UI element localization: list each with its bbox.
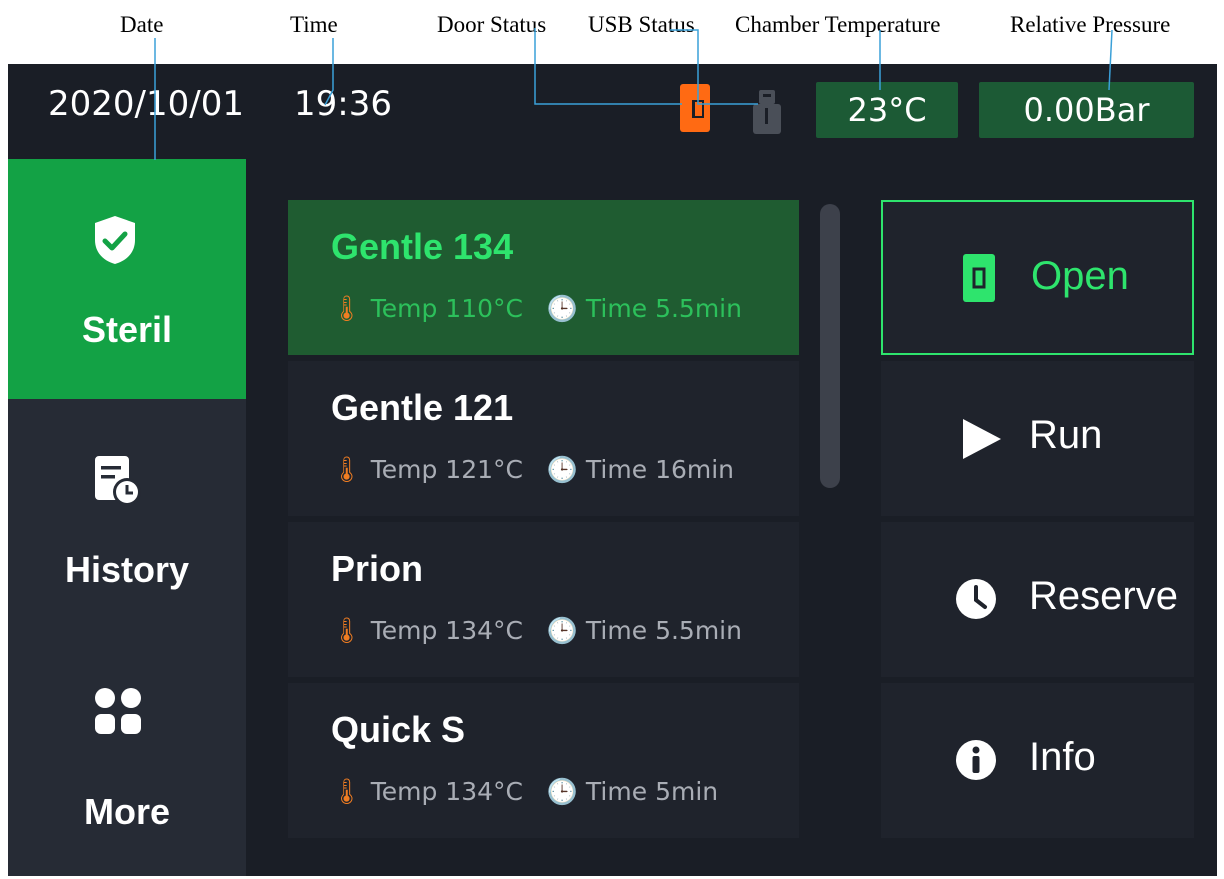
temp-label: Temp: [370, 777, 438, 806]
temp-value: 134°C: [445, 616, 523, 645]
relative-pressure-badge: 0.00Bar: [979, 82, 1194, 138]
time-value: 5min: [655, 777, 719, 806]
program-name: Prion: [331, 548, 424, 589]
temp-label: Temp: [370, 616, 438, 645]
chamber-temperature-annotation: Chamber Temperature: [735, 12, 941, 37]
program-name: Gentle 121: [331, 387, 514, 428]
thermometer-icon: 🌡: [331, 777, 363, 806]
run-button[interactable]: Run: [881, 361, 1194, 516]
grid-icon: [95, 688, 141, 734]
chamber-temperature-badge: 23°C: [816, 82, 958, 138]
nav-label-history: History: [64, 549, 190, 590]
nav-label-more: More: [83, 791, 170, 832]
time-value: 5.5min: [655, 616, 742, 645]
thermometer-icon: 🌡: [331, 455, 363, 484]
status-bar: 2020/10/01 19:36 23°C 0.00Bar: [8, 64, 1217, 159]
clock-icon: 🕒: [546, 455, 578, 484]
time-label: Time: [585, 294, 648, 323]
info-label: Info: [1029, 735, 1096, 779]
program-meta: 🌡 Temp 110°C 🕒 Time 5.5min: [331, 294, 742, 324]
date-annotation: Date: [120, 12, 164, 37]
play-icon: [963, 419, 1001, 459]
door-open-icon: [963, 254, 995, 302]
shield-check-icon: [95, 216, 135, 264]
time-label: Time: [585, 777, 648, 806]
time-display: 19:36: [294, 84, 392, 124]
program-meta: 🌡 Temp 134°C 🕒 Time 5.5min: [331, 616, 742, 646]
door-status-icon: [680, 84, 710, 132]
time-annotation: Time: [290, 12, 338, 37]
time-value: 5.5min: [655, 294, 742, 323]
device-screen: 2020/10/01 19:36 23°C 0.00Bar Steril His…: [8, 64, 1217, 876]
program-name: Gentle 134: [331, 226, 514, 267]
program-item-quick-s[interactable]: Quick S 🌡 Temp 134°C 🕒 Time 5min: [288, 683, 799, 838]
temp-label: Temp: [370, 455, 438, 484]
time-label: Time: [585, 616, 648, 645]
run-label: Run: [1029, 413, 1103, 457]
open-label: Open: [1031, 254, 1129, 298]
program-meta: 🌡 Temp 134°C 🕒 Time 5min: [331, 777, 718, 807]
open-button[interactable]: Open: [881, 200, 1194, 355]
thermometer-icon: 🌡: [331, 616, 363, 645]
program-item-prion[interactable]: Prion 🌡 Temp 134°C 🕒 Time 5.5min: [288, 522, 799, 677]
program-meta: 🌡 Temp 121°C 🕒 Time 16min: [331, 455, 734, 485]
usb-status-annotation: USB Status: [588, 12, 695, 37]
nav-label-steril: Steril: [81, 309, 173, 350]
clock-icon: 🕒: [546, 294, 578, 323]
side-nav: Steril History More: [8, 159, 246, 876]
clock-icon: 🕒: [546, 777, 578, 806]
history-icon: [95, 456, 141, 506]
door-status-annotation: Door Status: [437, 12, 547, 37]
program-list-scrollbar[interactable]: [820, 204, 840, 488]
time-label: Time: [585, 455, 648, 484]
clock-icon: [956, 579, 996, 619]
relative-pressure-annotation: Relative Pressure: [1010, 12, 1171, 37]
program-name: Quick S: [331, 709, 466, 750]
nav-item-history[interactable]: History: [8, 399, 246, 639]
temp-label: Temp: [370, 294, 438, 323]
date-display: 2020/10/01: [48, 84, 244, 124]
thermometer-icon: 🌡: [331, 294, 363, 323]
program-item-gentle-121[interactable]: Gentle 121 🌡 Temp 121°C 🕒 Time 16min: [288, 361, 799, 516]
temp-value: 110°C: [445, 294, 523, 323]
nav-item-steril[interactable]: Steril: [8, 159, 246, 399]
nav-item-more[interactable]: More: [8, 639, 246, 879]
time-value: 16min: [655, 455, 735, 484]
program-item-gentle-134[interactable]: Gentle 134 🌡 Temp 110°C 🕒 Time 5.5min: [288, 200, 799, 355]
info-button[interactable]: Info: [881, 683, 1194, 838]
usb-status-icon: [750, 90, 784, 134]
reserve-label: Reserve: [1029, 574, 1178, 618]
temp-value: 121°C: [445, 455, 523, 484]
temp-value: 134°C: [445, 777, 523, 806]
reserve-button[interactable]: Reserve: [881, 522, 1194, 677]
clock-icon: 🕒: [546, 616, 578, 645]
info-icon: [956, 740, 996, 780]
